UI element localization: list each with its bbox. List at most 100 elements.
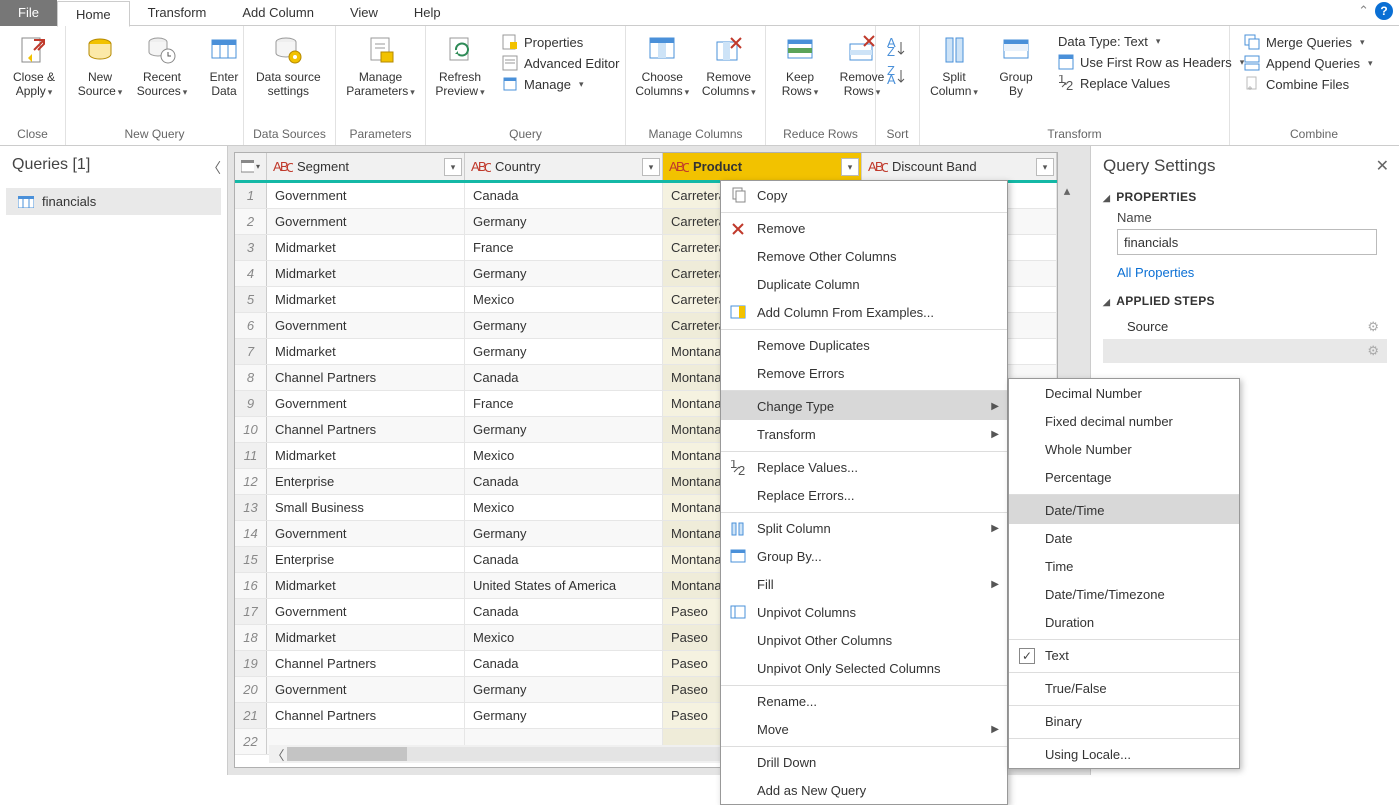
cell[interactable]: Midmarket [267,235,465,260]
filter-icon[interactable]: ▾ [642,158,660,176]
menu-item[interactable]: Unpivot Only Selected Columns [721,654,1007,682]
menu-item[interactable]: Unpivot Other Columns [721,626,1007,654]
cell[interactable]: Canada [465,365,663,390]
cell[interactable]: Channel Partners [267,703,465,728]
menu-item[interactable]: Rename... [721,685,1007,715]
cell[interactable]: Midmarket [267,261,465,286]
data-source-settings-button[interactable]: Data sourcesettings [250,30,327,127]
cell[interactable]: Channel Partners [267,417,465,442]
collapse-queries-icon[interactable]: 〈 [207,158,221,178]
cell[interactable]: Germany [465,209,663,234]
cell[interactable]: Midmarket [267,573,465,598]
menu-item[interactable]: Fill▶ [721,570,1007,598]
remove-columns-button[interactable]: RemoveColumns [699,30,760,127]
cell[interactable]: Germany [465,703,663,728]
applied-steps-section[interactable]: APPLIED STEPS [1103,294,1387,308]
col-header-product[interactable]: ABCProduct▾ [663,153,862,183]
menu-item[interactable]: Change Type▶ [721,390,1007,420]
cell[interactable]: Mexico [465,443,663,468]
menu-item[interactable]: Using Locale... [1009,738,1239,768]
menu-item[interactable]: Duration [1009,608,1239,636]
cell[interactable]: Government [267,521,465,546]
manage-button[interactable]: Manage [498,75,623,93]
first-row-headers-button[interactable]: Use First Row as Headers [1054,53,1248,71]
sort-asc-button[interactable]: AZ [887,38,909,58]
cell[interactable]: Enterprise [267,469,465,494]
menu-item[interactable]: Duplicate Column [721,270,1007,298]
cell[interactable]: Midmarket [267,443,465,468]
menu-item[interactable]: True/False [1009,672,1239,702]
menu-item[interactable]: ✓Text [1009,639,1239,669]
menu-item[interactable]: Drill Down [721,746,1007,776]
cell[interactable]: Government [267,313,465,338]
menu-item[interactable]: 12Replace Values... [721,451,1007,481]
cell[interactable]: Germany [465,677,663,702]
menu-item[interactable]: Time [1009,552,1239,580]
cell[interactable]: Government [267,183,465,208]
menu-item[interactable]: Transform▶ [721,420,1007,448]
cell[interactable]: Germany [465,339,663,364]
menu-item[interactable]: Split Column▶ [721,512,1007,542]
replace-values-button[interactable]: 12Replace Values [1054,74,1248,92]
cell[interactable]: France [465,235,663,260]
menu-item[interactable]: Date/Time [1009,494,1239,524]
cell[interactable]: Small Business [267,495,465,520]
cell[interactable]: Mexico [465,625,663,650]
filter-icon[interactable]: ▾ [444,158,462,176]
cell[interactable]: Canada [465,547,663,572]
cell[interactable]: Mexico [465,287,663,312]
close-icon[interactable]: ✕ [1376,156,1389,176]
gear-icon[interactable]: ⚙ [1367,343,1379,359]
cell[interactable]: Midmarket [267,339,465,364]
cell[interactable]: Germany [465,261,663,286]
cell[interactable]: Mexico [465,495,663,520]
cell[interactable]: Canada [465,183,663,208]
col-header-segment[interactable]: ABCSegment▾ [267,153,465,180]
cell[interactable]: Enterprise [267,547,465,572]
collapse-ribbon-icon[interactable]: ⌃ [1358,3,1369,19]
cell[interactable]: Channel Partners [267,651,465,676]
filter-icon[interactable]: ▾ [1036,158,1054,176]
menu-item[interactable]: Date/Time/Timezone [1009,580,1239,608]
menu-item[interactable]: Remove Other Columns [721,242,1007,270]
menu-item[interactable]: Group By... [721,542,1007,570]
gear-icon[interactable]: ⚙ [1367,319,1379,335]
menu-item[interactable]: Binary [1009,705,1239,735]
new-source-button[interactable]: NewSource [72,30,128,127]
help-icon[interactable]: ? [1375,2,1393,20]
cell[interactable]: Canada [465,651,663,676]
sort-desc-button[interactable]: ZA [887,66,909,86]
properties-button[interactable]: Properties [498,33,623,51]
tab-transform[interactable]: Transform [130,0,225,26]
tab-help[interactable]: Help [396,0,459,26]
menu-item[interactable]: Date [1009,524,1239,552]
cell[interactable]: France [465,391,663,416]
refresh-preview-button[interactable]: RefreshPreview [432,30,488,127]
menu-item[interactable]: Remove [721,212,1007,242]
menu-item[interactable]: Add as New Query [721,776,1007,804]
menu-item[interactable]: Decimal Number [1009,379,1239,407]
cell[interactable]: Midmarket [267,287,465,312]
split-column-button[interactable]: SplitColumn [926,30,982,127]
cell[interactable]: Germany [465,313,663,338]
manage-parameters-button[interactable]: ManageParameters [342,30,419,127]
menu-item[interactable]: Unpivot Columns [721,598,1007,626]
step-changed-type[interactable]: ⚙ [1103,339,1387,363]
query-item-financials[interactable]: financials [6,188,221,215]
select-all-corner[interactable]: ▾ [235,153,267,180]
name-field[interactable] [1117,229,1377,255]
append-queries-button[interactable]: Append Queries [1240,54,1388,72]
tab-add-column[interactable]: Add Column [224,0,332,26]
tab-view[interactable]: View [332,0,396,26]
cell[interactable]: Germany [465,521,663,546]
close-apply-button[interactable]: Close &Apply [6,30,62,127]
choose-columns-button[interactable]: ChooseColumns [632,30,693,127]
cell[interactable]: Canada [465,469,663,494]
all-properties-link[interactable]: All Properties [1117,265,1387,280]
cell[interactable]: Germany [465,417,663,442]
cell[interactable]: Midmarket [267,625,465,650]
menu-item[interactable]: Remove Duplicates [721,329,1007,359]
menu-item[interactable]: Move▶ [721,715,1007,743]
menu-item[interactable]: Add Column From Examples... [721,298,1007,326]
tab-file[interactable]: File [0,0,57,26]
